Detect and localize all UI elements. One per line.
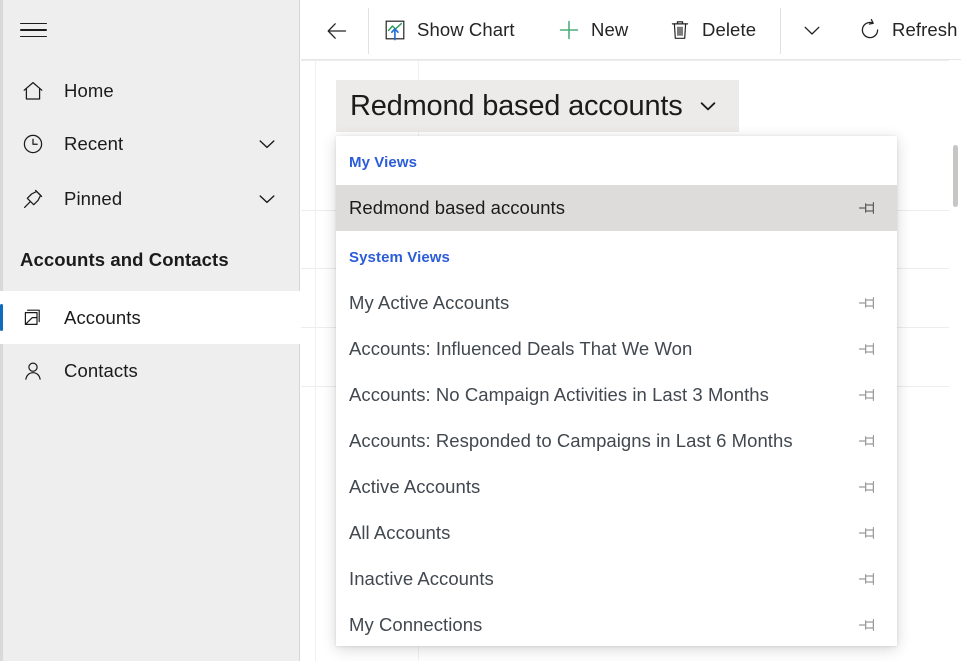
refresh-label: Refresh (892, 19, 958, 40)
dropdown-item-redmond-based-accounts[interactable]: Redmond based accounts (336, 185, 897, 231)
show-chart-label: Show Chart (417, 19, 515, 40)
sidebar-item-label: Contacts (64, 359, 138, 381)
pin-icon[interactable] (855, 614, 883, 636)
dropdown-group-label-my-views: My Views (349, 154, 418, 171)
accounts-icon (20, 305, 46, 331)
hamburger-icon[interactable] (20, 16, 52, 44)
clock-icon (20, 131, 46, 157)
dropdown-item-label: Accounts: Influenced Deals That We Won (349, 338, 693, 359)
grid-scrollbar-thumb[interactable] (953, 145, 958, 207)
sidebar-item-label: Pinned (64, 187, 123, 209)
home-icon (20, 78, 46, 104)
dropdown-item-inactive-accounts[interactable]: Inactive Accounts (336, 556, 897, 602)
pin-icon[interactable] (855, 197, 883, 219)
dropdown-item-accounts-influenced-deals-that-we-won[interactable]: Accounts: Influenced Deals That We Won (336, 326, 897, 372)
view-selector-dropdown: My Views Redmond based accounts System V… (336, 136, 897, 646)
chevron-down-icon[interactable] (256, 133, 278, 155)
new-label: New (591, 19, 629, 40)
back-button[interactable] (318, 14, 356, 48)
view-selector-button[interactable]: Redmond based accounts (336, 80, 739, 132)
dropdown-item-accounts-responded-to-campaigns-in-last-6-months[interactable]: Accounts: Responded to Campaigns in Last… (336, 418, 897, 464)
delete-label: Delete (702, 19, 757, 40)
command-bar-separator (780, 8, 781, 54)
command-bar-overflow-chevron-down-icon[interactable] (798, 16, 826, 44)
plus-icon (556, 17, 582, 43)
pin-icon[interactable] (855, 384, 883, 406)
grid-column-divider (315, 60, 316, 661)
chevron-down-icon (695, 93, 721, 119)
dropdown-item-label: All Accounts (349, 522, 451, 543)
sidebar-item-label: Accounts (64, 306, 141, 328)
view-selector-title: Redmond based accounts (350, 89, 683, 122)
app-root: Home Recent Pinned Accounts and Contacts… (0, 0, 961, 661)
dropdown-item-accounts-no-campaign-activities-in-last-3-months[interactable]: Accounts: No Campaign Activities in Last… (336, 372, 897, 418)
sidebar-item-contacts[interactable]: Contacts (0, 344, 300, 397)
show-chart-button[interactable]: Show Chart (382, 11, 515, 49)
dropdown-item-label: My Active Accounts (349, 292, 510, 313)
pin-icon[interactable] (855, 338, 883, 360)
dropdown-item-my-active-accounts[interactable]: My Active Accounts (336, 280, 897, 326)
chevron-down-icon[interactable] (256, 188, 278, 210)
trash-icon (667, 17, 693, 43)
sidebar-item-home[interactable]: Home (0, 68, 300, 113)
sidebar-item-label: Home (64, 79, 114, 101)
selection-indicator (0, 304, 3, 331)
pin-icon[interactable] (855, 292, 883, 314)
command-bar-separator (368, 8, 369, 54)
dropdown-item-my-connections[interactable]: My Connections (336, 602, 897, 646)
dropdown-item-label: Accounts: No Campaign Activities in Last… (349, 384, 769, 405)
refresh-icon (857, 17, 883, 43)
dropdown-item-label: My Connections (349, 614, 483, 635)
dropdown-item-label: Active Accounts (349, 476, 481, 497)
dropdown-item-all-accounts[interactable]: All Accounts (336, 510, 897, 556)
sidebar-group-header: Accounts and Contacts (20, 249, 229, 270)
dropdown-item-active-accounts[interactable]: Active Accounts (336, 464, 897, 510)
pin-icon (20, 186, 46, 212)
dropdown-group-label-system-views: System Views (349, 249, 450, 266)
show-chart-icon (382, 17, 408, 43)
command-bar: Show Chart New Delete Refresh (301, 0, 961, 60)
dropdown-item-label: Inactive Accounts (349, 568, 494, 589)
sidebar-item-label: Recent (64, 132, 124, 154)
sidebar-item-accounts[interactable]: Accounts (0, 291, 300, 344)
dropdown-item-label: Redmond based accounts (349, 197, 566, 218)
contact-person-icon (20, 358, 46, 384)
pin-icon[interactable] (855, 568, 883, 590)
dropdown-item-label: Accounts: Responded to Campaigns in Last… (349, 430, 793, 451)
grid-row-divider (301, 60, 961, 61)
pin-icon[interactable] (855, 522, 883, 544)
new-button[interactable]: New (556, 11, 628, 49)
pin-icon[interactable] (855, 476, 883, 498)
sidebar-item-recent[interactable]: Recent (0, 121, 300, 166)
pin-icon[interactable] (855, 430, 883, 452)
delete-button[interactable]: Delete (667, 11, 756, 49)
sidebar: Home Recent Pinned Accounts and Contacts… (0, 0, 300, 661)
grid-scrollbar-track[interactable] (949, 60, 961, 661)
sidebar-item-pinned[interactable]: Pinned (0, 176, 300, 221)
refresh-button[interactable]: Refresh (857, 11, 957, 49)
